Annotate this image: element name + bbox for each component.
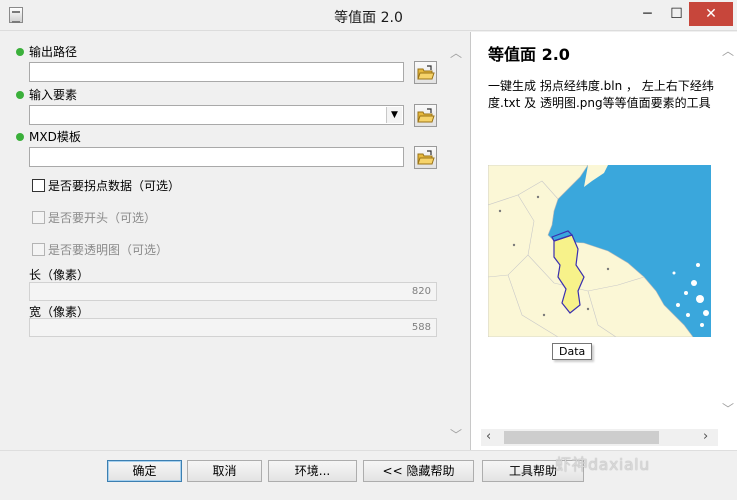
mxd-template-label: MXD模板 — [16, 128, 81, 145]
chevron-down-icon[interactable]: ▼ — [386, 107, 402, 123]
input-features-select[interactable]: ▼ — [29, 105, 404, 125]
watermark-text: 虾神daxialu — [555, 455, 650, 474]
environments-button[interactable]: 环境... — [268, 460, 357, 482]
mxd-template-input[interactable] — [29, 147, 404, 167]
required-dot-icon — [16, 132, 24, 141]
points-data-option[interactable]: 是否要拐点数据（可选） — [32, 177, 180, 194]
transparent-image-checkbox — [32, 243, 45, 256]
ok-button[interactable]: 确定 — [107, 460, 182, 482]
help-panel: 等值面 2.0 一键生成 拐点经纬度.bln ， 左上右下经纬度.txt 及 透… — [470, 32, 737, 450]
head-option: 是否要开头（可选） — [32, 209, 156, 226]
input-features-label: 输入要素 — [16, 86, 77, 103]
data-tooltip: Data — [552, 343, 593, 360]
scroll-down-icon[interactable]: ﹀ — [719, 400, 737, 417]
parameters-panel: 输出路径 输入要素 ▼ MXD模板 是否要拐点数据（可选） 是否要开头（可选） … — [0, 32, 468, 450]
points-data-checkbox[interactable] — [32, 179, 45, 192]
mxd-template-browse-button[interactable] — [414, 146, 437, 169]
help-description: 一键生成 拐点经纬度.bln ， 左上右下经纬度.txt 及 透明图.png等等… — [488, 79, 714, 110]
open-folder-icon — [417, 150, 435, 165]
scroll-up-icon[interactable]: ︿ — [719, 42, 737, 59]
maximize-button[interactable]: ☐ — [662, 2, 691, 26]
hide-help-button[interactable]: << 隐藏帮助 — [363, 460, 474, 482]
transparent-image-option: 是否要透明图（可选） — [32, 241, 168, 258]
map-preview-image — [488, 165, 711, 337]
open-folder-icon — [417, 65, 435, 80]
scroll-left-icon[interactable]: ‹ — [486, 429, 491, 444]
required-dot-icon — [16, 47, 24, 56]
output-path-input[interactable] — [29, 62, 404, 82]
title-bar: 等值面 2.0 ─ ☐ ✕ — [0, 0, 737, 31]
length-input: 820 — [29, 282, 437, 301]
required-dot-icon — [16, 90, 24, 99]
help-vertical-scrollbar[interactable]: ︿ ﹀ — [719, 42, 737, 417]
scroll-right-icon[interactable]: › — [703, 429, 708, 444]
head-checkbox — [32, 211, 45, 224]
help-title: 等值面 2.0 — [488, 45, 570, 64]
input-features-browse-button[interactable] — [414, 104, 437, 127]
help-horizontal-scrollbar[interactable]: ‹ › — [481, 429, 718, 446]
scroll-down-icon[interactable]: ﹀ — [446, 426, 466, 443]
scrollbar-thumb[interactable] — [504, 431, 659, 444]
minimize-button[interactable]: ─ — [633, 2, 662, 26]
open-folder-icon — [417, 108, 435, 123]
output-path-browse-button[interactable] — [414, 61, 437, 84]
length-label: 长（像素） — [29, 268, 90, 282]
close-button[interactable]: ✕ — [689, 2, 733, 26]
window-title: 等值面 2.0 — [334, 10, 403, 26]
output-path-label: 输出路径 — [16, 43, 77, 60]
scroll-up-icon[interactable]: ︿ — [446, 44, 466, 61]
width-input: 588 — [29, 318, 437, 337]
parameters-scrollbar[interactable]: ︿ ﹀ — [446, 42, 466, 448]
cancel-button[interactable]: 取消 — [187, 460, 262, 482]
